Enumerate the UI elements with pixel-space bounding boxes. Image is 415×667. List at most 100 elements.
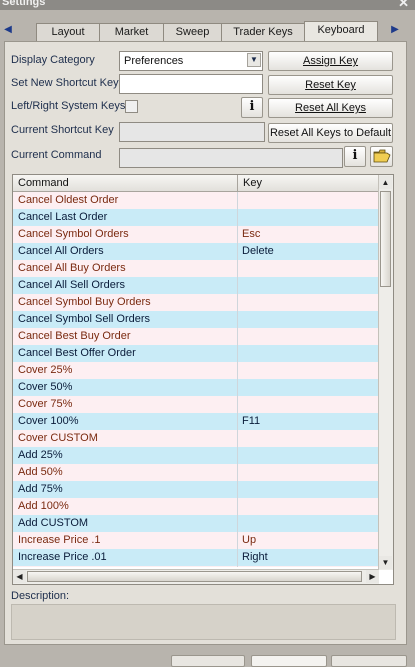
column-header-key[interactable]: Key [243,177,262,189]
scroll-right-icon[interactable]: ▶ [366,570,379,583]
display-category-select[interactable]: Preferences ▼ [119,51,263,71]
lr-system-keys-label: Left/Right System Keys [11,100,126,112]
table-row[interactable]: Increase Price .1 Up [13,532,379,549]
cell-separator [237,566,238,567]
key-cell: Right [242,551,268,563]
scroll-left-icon[interactable]: ◀ [13,570,26,583]
command-cell: Cover 50% [18,381,73,393]
command-cell: Cancel Last Order [18,211,108,223]
command-cell: Add CUSTOM [18,517,89,529]
table-row[interactable]: Add 50% [13,464,379,481]
dialog-button[interactable] [331,655,407,667]
command-cell: Cover 25% [18,364,73,376]
horizontal-scrollbar[interactable]: ◀ ▶ [13,569,379,584]
lr-system-keys-checkbox[interactable] [125,100,138,113]
reset-all-keys-default-button[interactable]: Reset All Keys to Default [268,123,393,143]
column-header-command[interactable]: Command [18,177,69,189]
tab-sweep[interactable]: Sweep [163,23,222,41]
command-cell: Increase Price .05 [18,566,107,567]
table-row[interactable]: Cancel Symbol Orders Esc [13,226,379,243]
cell-separator [237,294,238,311]
new-shortcut-input[interactable] [119,74,263,94]
cell-separator [237,209,238,226]
scroll-down-icon[interactable]: ▼ [379,556,392,569]
description-box [11,604,396,640]
cell-separator [237,447,238,464]
title-bar: Settings ✕ [0,0,415,10]
table-row[interactable]: Increase Price .01 Right [13,549,379,566]
reset-key-button[interactable]: Reset Key [268,75,393,95]
table-row[interactable]: Cover 100% F11 [13,413,379,430]
command-cell: Increase Price .1 [18,534,101,546]
info-icon[interactable]: i [241,97,263,118]
table-row[interactable]: Add CUSTOM [13,515,379,532]
key-cell: Esc [242,228,261,240]
tab-market[interactable]: Market [99,23,164,41]
current-command-field [119,148,343,168]
scroll-thumb[interactable] [380,191,391,287]
cell-separator [237,379,238,396]
dialog-button[interactable] [171,655,245,667]
table-row[interactable]: Cancel All Orders Delete [13,243,379,260]
arrow-right-icon[interactable]: ▶ [389,24,401,38]
table-row[interactable]: Cover 75% [13,396,379,413]
table-row[interactable]: Add 25% [13,447,379,464]
command-cell: Add 25% [18,449,63,461]
vertical-scrollbar[interactable]: ▲ ▼ [378,175,393,570]
command-cell: Cover CUSTOM [18,432,98,444]
command-cell: Cover 75% [18,398,73,410]
table-row[interactable]: Cancel Best Offer Order [13,345,379,362]
cell-separator [237,532,238,549]
table-row[interactable]: Cancel All Buy Orders [13,260,379,277]
table-row[interactable]: Add 75% [13,481,379,498]
table-row[interactable]: Cancel Best Buy Order [13,328,379,345]
table-row[interactable]: Cover 25% [13,362,379,379]
display-category-value: Preferences [124,55,184,67]
folder-open-icon[interactable] [370,146,393,167]
cell-separator [237,328,238,345]
cell-separator [237,481,238,498]
tab-layout[interactable]: Layout [36,23,100,41]
assign-key-button[interactable]: Assign Key [268,51,393,71]
command-cell: Cancel Symbol Sell Orders [18,313,151,325]
table-row[interactable]: Cover CUSTOM [13,430,379,447]
tab-strip: ◀ Layout Market Sweep Trader Keys Keyboa… [0,20,415,42]
table-row[interactable]: Increase Price .05 [13,566,379,567]
cell-separator [237,226,238,243]
chevron-down-icon[interactable]: ▼ [247,53,261,67]
cell-separator [237,464,238,481]
close-icon[interactable]: ✕ [398,0,409,10]
display-category-label: Display Category [11,54,95,66]
info-icon[interactable]: i [344,146,366,167]
reset-all-keys-button[interactable]: Reset All Keys [268,98,393,118]
window-title: Settings [2,0,46,8]
command-cell: Add 50% [18,466,63,478]
command-cell: Add 75% [18,483,63,495]
table-row[interactable]: Add 100% [13,498,379,515]
scroll-thumb[interactable] [27,571,362,582]
cell-separator [237,277,238,294]
table-row[interactable]: Cancel All Sell Orders [13,277,379,294]
cell-separator [237,430,238,447]
table-row[interactable]: Cancel Oldest Order [13,192,379,209]
command-cell: Cancel All Buy Orders [18,262,126,274]
assign-key-label: Assign Key [302,55,359,67]
scroll-up-icon[interactable]: ▲ [379,176,392,189]
reset-key-label: Reset Key [305,79,356,91]
table-header: Command Key [13,175,379,192]
command-cell: Cancel Oldest Order [18,194,119,206]
tab-trader-keys[interactable]: Trader Keys [221,23,305,41]
tab-keyboard[interactable]: Keyboard [304,21,378,42]
table-row[interactable]: Cancel Symbol Sell Orders [13,311,379,328]
arrow-left-icon[interactable]: ◀ [2,24,14,38]
command-cell: Increase Price .01 [18,551,107,563]
key-cell: Up [242,534,257,546]
cell-separator [237,260,238,277]
table-row[interactable]: Cancel Symbol Buy Orders [13,294,379,311]
command-key-table: Command Key Cancel Oldest Order Cancel La… [12,174,394,585]
keyboard-panel: Display Category Preferences ▼ Assign Ke… [4,41,407,645]
table-row[interactable]: Cancel Last Order [13,209,379,226]
table-row[interactable]: Cover 50% [13,379,379,396]
dialog-button[interactable] [251,655,327,667]
column-separator[interactable] [237,175,238,191]
